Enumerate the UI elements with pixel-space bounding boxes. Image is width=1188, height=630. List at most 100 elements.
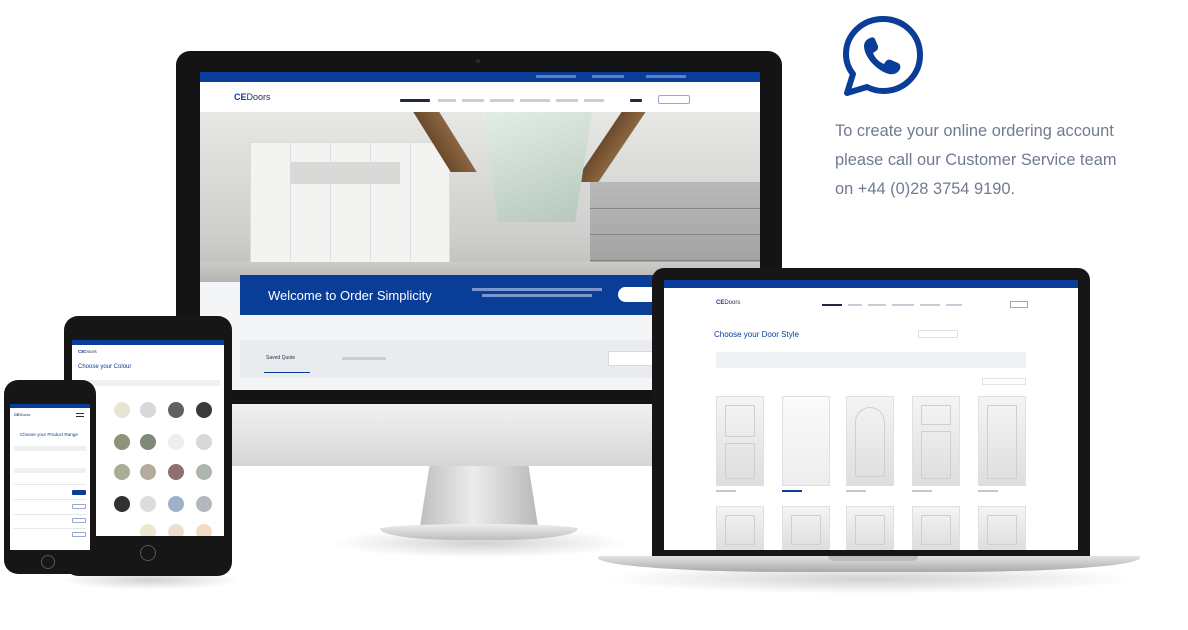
door-style-tile[interactable] [978,396,1026,486]
colour-swatch[interactable] [114,464,130,480]
laptop-notch [828,556,918,561]
desktop-top-bar [200,72,760,82]
hero-skylight [481,112,592,222]
phone-logo[interactable]: CEDoors [14,412,30,417]
tablet-home-button [140,545,156,561]
colour-swatch[interactable] [168,464,184,480]
laptop-nav-item[interactable] [946,304,962,306]
laptop-nav-item[interactable] [848,304,862,306]
colour-swatch[interactable] [114,496,130,512]
door-style-tile[interactable] [846,396,894,486]
topbar-link[interactable] [646,75,686,78]
colour-swatch[interactable] [168,496,184,512]
phone-table-row [14,499,86,500]
phone-menu-icon[interactable] [76,413,84,417]
door-style-caption [716,490,736,492]
colour-swatch[interactable] [114,402,130,418]
door-style-tile[interactable] [912,506,960,550]
nav-item[interactable] [400,99,430,102]
colour-swatch[interactable] [196,496,212,512]
laptop-nav-item[interactable] [822,304,842,306]
phone-add-button[interactable] [72,490,86,495]
laptop-logo[interactable]: CEDoors [716,300,740,306]
tab-saved-quote[interactable]: Saved Quote [266,355,295,361]
phone-add-button[interactable] [72,532,86,537]
laptop-nav-item[interactable] [868,304,886,306]
colour-swatch[interactable] [196,524,212,536]
login-button[interactable] [658,95,690,104]
phone-table-row [14,514,86,515]
phone-page-title: Choose your Product Range [20,432,78,437]
door-style-tile[interactable] [912,396,960,486]
nav-item[interactable] [556,99,578,102]
site-logo[interactable]: CEDoors [234,92,271,102]
imac-camera [476,59,480,63]
phone-home-button [41,555,55,569]
door-style-caption [782,490,802,492]
colour-swatch[interactable] [140,464,156,480]
colour-swatch[interactable] [140,524,156,536]
laptop-screen: CEDoors Choose your Door Style [664,280,1078,550]
topbar-link[interactable] [536,75,576,78]
nav-item[interactable] [490,99,514,102]
laptop-top-bar [664,280,1078,288]
colour-swatch[interactable] [140,402,156,418]
imac-stand [420,466,538,526]
hero-description [472,288,602,291]
colour-swatch[interactable] [196,402,212,418]
info-line: on +44 (0)28 3754 9190. [835,180,1015,198]
colour-swatch[interactable] [140,496,156,512]
laptop-login-button[interactable] [1010,301,1028,308]
colour-swatch[interactable] [168,524,184,536]
hero-image [200,112,760,282]
door-style-tile[interactable] [846,506,894,550]
nav-item[interactable] [520,99,550,102]
hero-description [482,294,592,297]
desktop-navbar: CEDoors [200,82,760,112]
topbar-link[interactable] [592,75,624,78]
colour-swatch[interactable] [196,464,212,480]
tab-secondary[interactable] [342,357,386,360]
phone-add-button[interactable] [72,504,86,509]
account-info-text: To create your online ordering account p… [835,117,1185,204]
phone-select[interactable] [14,468,86,473]
tablet-logo[interactable]: CEDoors [78,349,97,354]
cart-icon[interactable] [630,99,642,102]
tablet-top-bar [72,340,224,345]
phone-add-button[interactable] [72,518,86,523]
colour-swatch[interactable] [196,434,212,450]
info-line: please call our Customer Service team [835,151,1117,169]
phone-top-bar [10,404,90,408]
tablet-page-title: Choose your Colour [78,364,132,370]
phone-table-row [14,528,86,529]
colour-swatch[interactable] [140,434,156,450]
door-style-caption [978,490,998,492]
door-style-tile[interactable] [716,396,764,486]
door-style-tile[interactable] [716,506,764,550]
tab-active-indicator [264,372,310,373]
laptop-view-toggle[interactable] [982,378,1026,385]
hero-shelf [290,162,400,184]
colour-swatch[interactable] [114,434,130,450]
colour-swatch[interactable] [168,402,184,418]
door-style-caption [846,490,866,492]
door-style-caption [912,490,932,492]
nav-item[interactable] [584,99,604,102]
nav-item[interactable] [462,99,484,102]
tablet-filter-bar[interactable] [76,380,220,386]
laptop-filter-bar[interactable] [716,352,1026,368]
colour-swatch[interactable] [168,434,184,450]
nav-item[interactable] [438,99,456,102]
laptop-sort-select[interactable] [918,330,958,338]
laptop-nav-item[interactable] [920,304,940,306]
phone-screen: CEDoors Choose your Product Range [10,404,90,550]
phone-select[interactable] [14,446,86,451]
laptop-page-title: Choose your Door Style [714,330,799,339]
door-style-tile[interactable] [782,396,830,486]
hero-title: Welcome to Order Simplicity [268,288,432,303]
info-line: To create your online ordering account [835,122,1114,140]
door-style-tile[interactable] [782,506,830,550]
whatsapp-icon[interactable] [838,13,928,99]
door-style-tile[interactable] [978,506,1026,550]
laptop-nav-item[interactable] [892,304,914,306]
